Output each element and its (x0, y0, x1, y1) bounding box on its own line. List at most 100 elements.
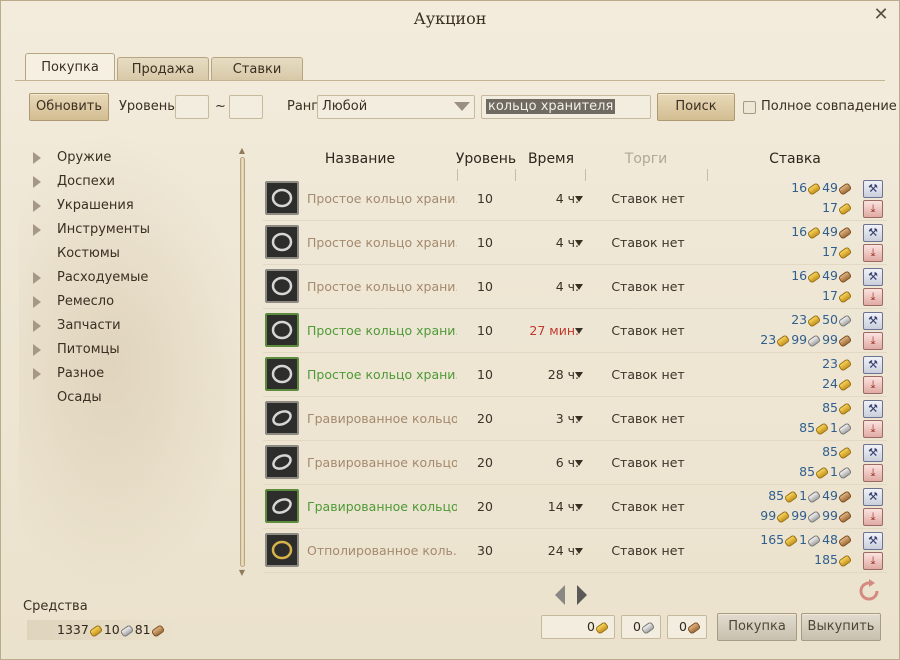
price-amount: 185 (814, 552, 838, 567)
category-item[interactable]: Костюмы (27, 243, 227, 265)
price-amount: 16 (791, 224, 808, 239)
buyout-price: 85 1 (633, 420, 853, 436)
silver-coin-icon (640, 620, 656, 635)
table-row[interactable]: Гравированное кольцо .. 20 6 ч. Ставок нет 8… (263, 441, 887, 485)
category-item[interactable]: Осады (27, 387, 227, 409)
table-row[interactable]: Отполированное коль.. 30 24 ч. Ставок нет 16… (263, 529, 887, 573)
table-row[interactable]: Гравированное кольцо .. 20 3 ч. Ставок нет 8… (263, 397, 887, 441)
category-item[interactable]: Расходуемые (27, 267, 227, 289)
exact-match-checkbox[interactable] (743, 101, 756, 114)
price-amount: 1 (830, 464, 838, 479)
chevron-right-icon[interactable] (577, 585, 587, 605)
rank-select[interactable]: Любой (317, 95, 475, 119)
engraved-ring-icon[interactable] (265, 445, 299, 479)
category-item[interactable]: Питомцы (27, 339, 227, 361)
gold-coin-icon (837, 401, 853, 416)
plain-ring-icon[interactable] (265, 313, 299, 347)
tab-sell[interactable]: Продажа (117, 57, 209, 81)
polished-ring-icon[interactable] (265, 533, 299, 567)
plain-ring-icon[interactable] (265, 269, 299, 303)
scroll-down-icon[interactable]: ▼ (237, 569, 247, 577)
cost-copper-field[interactable]: 0 (667, 615, 707, 639)
buyout-download-icon[interactable]: ⤓ (863, 288, 883, 306)
buyout-button[interactable]: Выкупить (801, 613, 881, 641)
plain-ring-icon[interactable] (265, 357, 299, 391)
category-item[interactable]: Оружие (27, 147, 227, 169)
bid-hammer-icon[interactable]: ⚒ (863, 356, 883, 374)
scroll-up-icon[interactable]: ▲ (237, 147, 247, 155)
cost-copper-value: 0 (679, 619, 687, 634)
cost-gold-field[interactable]: 0 (541, 615, 615, 639)
funds-amount: 10 (103, 622, 120, 637)
item-level: 30 (477, 543, 493, 558)
close-icon[interactable]: ✕ (871, 5, 891, 25)
col-time-header[interactable]: Время (525, 151, 577, 167)
category-item[interactable]: Ремесло (27, 291, 227, 313)
category-scrollbar[interactable]: ▲ ▼ (237, 147, 247, 577)
search-input[interactable]: кольцо хранителя (481, 95, 651, 119)
category-item[interactable]: Доспехи (27, 171, 227, 193)
bid-hammer-icon[interactable]: ⚒ (863, 224, 883, 242)
engraved-ring-icon[interactable] (265, 401, 299, 435)
buyout-download-icon[interactable]: ⤓ (863, 552, 883, 570)
bid-hammer-icon[interactable]: ⚒ (863, 444, 883, 462)
item-name: Простое кольцо храни.. (307, 235, 457, 250)
chevron-left-icon[interactable] (555, 585, 565, 605)
buyout-download-icon[interactable]: ⤓ (863, 200, 883, 218)
engraved-ring-icon[interactable] (265, 489, 299, 523)
table-row[interactable]: Простое кольцо храни.. 10 28 ч. Ставок нет 2… (263, 353, 887, 397)
bid-hammer-icon[interactable]: ⚒ (863, 532, 883, 550)
time-left: 28 ч. (547, 367, 579, 382)
caret-down-icon (575, 284, 583, 290)
buyout-download-icon[interactable]: ⤓ (863, 244, 883, 262)
copper-coin-icon (837, 333, 853, 348)
buyout-download-icon[interactable]: ⤓ (863, 464, 883, 482)
category-label: Расходуемые (57, 270, 149, 285)
plain-ring-icon[interactable] (265, 181, 299, 215)
level-from-input[interactable] (175, 95, 209, 119)
table-row[interactable]: Простое кольцо храни.. 10 4 ч. Ставок нет 16… (263, 265, 887, 309)
buy-button[interactable]: Покупка (717, 613, 797, 641)
search-button[interactable]: Поиск (657, 93, 735, 121)
col-name-header[interactable]: Название (305, 151, 415, 167)
bid-hammer-icon[interactable]: ⚒ (863, 312, 883, 330)
table-row[interactable]: Простое кольцо храни.. 10 4 ч. Ставок нет 16… (263, 221, 887, 265)
category-item[interactable]: Инструменты (27, 219, 227, 241)
item-level: 10 (477, 191, 493, 206)
tab-bids[interactable]: Ставки (211, 57, 303, 81)
price-amount: 17 (822, 200, 838, 215)
bid-hammer-icon[interactable]: ⚒ (863, 488, 883, 506)
plain-ring-icon[interactable] (265, 225, 299, 259)
bid-hammer-icon[interactable]: ⚒ (863, 180, 883, 198)
table-row[interactable]: Гравированное кольцо .. 20 14 ч. Ставок нет… (263, 485, 887, 529)
buyout-download-icon[interactable]: ⤓ (863, 508, 883, 526)
buyout-download-icon[interactable]: ⤓ (863, 376, 883, 394)
time-left: 27 мин. (529, 323, 579, 338)
buyout-download-icon[interactable]: ⤓ (863, 420, 883, 438)
scroll-track[interactable] (240, 157, 245, 567)
level-to-input[interactable] (229, 95, 263, 119)
table-row[interactable]: Простое кольцо храни.. 10 27 мин. Ставок не… (263, 309, 887, 353)
cost-silver-field[interactable]: 0 (621, 615, 661, 639)
buyout-download-icon[interactable]: ⤓ (863, 332, 883, 350)
silver-coin-icon (806, 533, 822, 548)
bid-hammer-icon[interactable]: ⚒ (863, 400, 883, 418)
gold-coin-icon (88, 623, 104, 638)
gold-coin-icon (837, 357, 853, 372)
table-row[interactable]: Простое кольцо храни.. 10 4 ч. Ставок нет 16… (263, 177, 887, 221)
category-item[interactable]: Запчасти (27, 315, 227, 337)
tab-buy[interactable]: Покупка (25, 53, 115, 81)
bid-hammer-icon[interactable]: ⚒ (863, 268, 883, 286)
refresh-icon[interactable] (857, 579, 881, 603)
col-bid-header[interactable]: Ставка (767, 151, 823, 167)
funds-amount: 1337 (57, 622, 89, 637)
pagination (555, 585, 589, 605)
category-item[interactable]: Украшения (27, 195, 227, 217)
category-item[interactable]: Разное (27, 363, 227, 385)
category-label: Инструменты (57, 222, 151, 237)
col-level-header[interactable]: Уровень (455, 151, 517, 167)
bid-price: 85 (633, 400, 853, 416)
refresh-button[interactable]: Обновить (29, 93, 109, 121)
price-amount: 1 (799, 532, 808, 547)
item-level: 10 (477, 323, 493, 338)
